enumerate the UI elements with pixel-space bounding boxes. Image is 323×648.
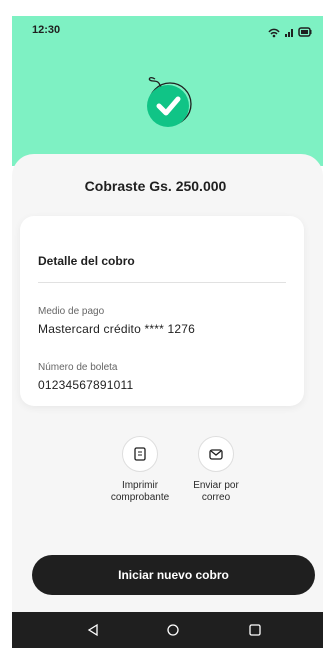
receipt-number-value: 01234567891011 (38, 378, 134, 392)
status-bar: 12:30 (32, 24, 313, 40)
wifi-icon (268, 28, 280, 38)
card-title: Detalle del cobro (38, 254, 135, 268)
payment-method-value: Mastercard crédito **** 1276 (38, 322, 196, 336)
print-receipt-action[interactable]: Imprimir comprobante (100, 436, 180, 504)
new-payment-button[interactable]: Iniciar nuevo cobro (32, 555, 315, 595)
payment-detail-card: Detalle del cobro Medio de pago Masterca… (20, 216, 304, 406)
check-circle-icon (137, 71, 197, 131)
system-navigation-bar (12, 612, 323, 648)
home-icon[interactable] (166, 623, 180, 637)
recents-icon[interactable] (248, 623, 262, 637)
print-receipt-label: Imprimir comprobante (110, 480, 170, 503)
email-receipt-action[interactable]: Enviar por correo (176, 436, 256, 504)
status-icons (265, 24, 313, 40)
payment-headline: Cobraste Gs. 250.000 (84, 178, 227, 194)
payment-method-label: Medio de pago (38, 306, 105, 317)
mail-icon (209, 449, 223, 460)
receipt-number-label: Número de boleta (38, 362, 118, 373)
signal-icon (285, 29, 293, 37)
status-time: 12:30 (32, 24, 61, 36)
battery-icon (298, 27, 312, 37)
receipt-icon (134, 447, 146, 461)
card-divider (38, 282, 286, 283)
email-receipt-label: Enviar por correo (193, 480, 239, 503)
print-receipt-button[interactable] (122, 436, 158, 472)
email-receipt-button[interactable] (198, 436, 234, 472)
back-icon[interactable] (86, 623, 100, 637)
